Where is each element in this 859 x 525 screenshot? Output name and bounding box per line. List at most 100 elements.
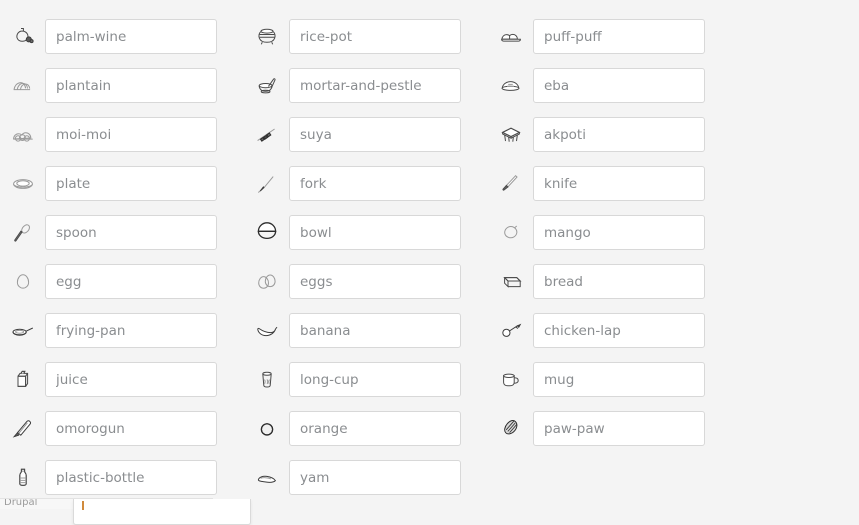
label-cell — [0, 311, 217, 351]
label-input-yam[interactable] — [289, 460, 461, 495]
plantain-icon — [0, 66, 45, 106]
label-cell — [0, 213, 217, 253]
label-cell — [461, 115, 705, 155]
plate-icon — [0, 164, 45, 204]
label-grid-row — [0, 61, 859, 110]
label-input-egg[interactable] — [45, 264, 217, 299]
label-input-spoon[interactable] — [45, 215, 217, 250]
label-input-chicken-lap[interactable] — [533, 313, 705, 348]
label-grid-row — [0, 453, 859, 502]
paw-paw-icon — [488, 409, 533, 449]
label-input-orange[interactable] — [289, 411, 461, 446]
label-cell — [217, 311, 461, 351]
label-cell — [461, 213, 705, 253]
label-grid-row — [0, 355, 859, 404]
knife-icon — [488, 164, 533, 204]
mortar-and-pestle-icon — [244, 66, 289, 106]
mug-icon — [488, 360, 533, 400]
label-grid — [0, 0, 859, 509]
yam-tuber-icon — [244, 458, 289, 498]
label-grid-row — [0, 12, 859, 61]
label-input-rice-pot[interactable] — [289, 19, 461, 54]
moi-moi-icon — [0, 115, 45, 155]
frying-pan-icon — [0, 311, 45, 351]
label-grid-row — [0, 306, 859, 355]
label-input-bowl[interactable] — [289, 215, 461, 250]
label-cell — [0, 17, 217, 57]
label-cell — [0, 262, 217, 302]
egg-icon — [0, 262, 45, 302]
label-cell — [217, 66, 461, 106]
eba-mound-icon — [488, 66, 533, 106]
label-cell — [461, 164, 705, 204]
label-input-mortar-and-pestle[interactable] — [289, 68, 461, 103]
label-input-moi-moi[interactable] — [45, 117, 217, 152]
label-cell — [0, 409, 217, 449]
label-input-paw-paw[interactable] — [533, 411, 705, 446]
label-grid-row — [0, 208, 859, 257]
label-cell — [461, 262, 705, 302]
puff-puff-icon — [488, 17, 533, 57]
label-input-akpoti[interactable] — [533, 117, 705, 152]
label-cell — [0, 360, 217, 400]
label-input-banana[interactable] — [289, 313, 461, 348]
label-cell — [217, 213, 461, 253]
label-cell — [217, 458, 461, 498]
label-input-fork[interactable] — [289, 166, 461, 201]
label-cell — [461, 360, 705, 400]
rice-pot-icon — [244, 17, 289, 57]
label-input-palm-wine[interactable] — [45, 19, 217, 54]
label-grid-row — [0, 257, 859, 306]
label-cell — [461, 409, 705, 449]
label-cell — [217, 164, 461, 204]
label-cell — [217, 17, 461, 57]
autocomplete-suggestion-panel[interactable] — [73, 499, 251, 525]
label-input-mango[interactable] — [533, 215, 705, 250]
orange-icon — [244, 409, 289, 449]
label-cell — [0, 66, 217, 106]
label-input-suya[interactable] — [289, 117, 461, 152]
akpoti-stool-icon — [488, 115, 533, 155]
label-input-knife[interactable] — [533, 166, 705, 201]
label-cell — [0, 458, 217, 498]
label-input-plantain[interactable] — [45, 68, 217, 103]
label-input-eba[interactable] — [533, 68, 705, 103]
mango-icon — [488, 213, 533, 253]
label-input-mug[interactable] — [533, 362, 705, 397]
label-cell — [461, 311, 705, 351]
label-cell — [0, 115, 217, 155]
label-cell — [461, 66, 705, 106]
label-cell — [217, 262, 461, 302]
long-cup-icon — [244, 360, 289, 400]
juice-carton-icon — [0, 360, 45, 400]
label-cell — [217, 115, 461, 155]
plastic-bottle-icon — [0, 458, 45, 498]
eggs-icon — [244, 262, 289, 302]
label-grid-row — [0, 404, 859, 453]
label-input-frying-pan[interactable] — [45, 313, 217, 348]
label-grid-row — [0, 159, 859, 208]
label-input-puff-puff[interactable] — [533, 19, 705, 54]
bowl-icon — [244, 213, 289, 253]
label-cell — [217, 409, 461, 449]
spoon-icon — [0, 213, 45, 253]
banana-icon — [244, 311, 289, 351]
label-input-plastic-bottle[interactable] — [45, 460, 217, 495]
suya-skewer-icon — [244, 115, 289, 155]
label-input-omorogun[interactable] — [45, 411, 217, 446]
chicken-lap-icon — [488, 311, 533, 351]
label-input-plate[interactable] — [45, 166, 217, 201]
label-input-juice[interactable] — [45, 362, 217, 397]
label-cell — [217, 360, 461, 400]
bread-loaf-icon — [488, 262, 533, 302]
omorogun-spatula-icon — [0, 409, 45, 449]
label-cell — [461, 17, 705, 57]
clipped-status-text: Drupal — [4, 498, 38, 508]
label-input-bread[interactable] — [533, 264, 705, 299]
label-input-long-cup[interactable] — [289, 362, 461, 397]
fork-icon — [244, 164, 289, 204]
label-cell — [0, 164, 217, 204]
calabash-gourd-icon — [0, 17, 45, 57]
label-grid-row — [0, 110, 859, 159]
label-input-eggs[interactable] — [289, 264, 461, 299]
